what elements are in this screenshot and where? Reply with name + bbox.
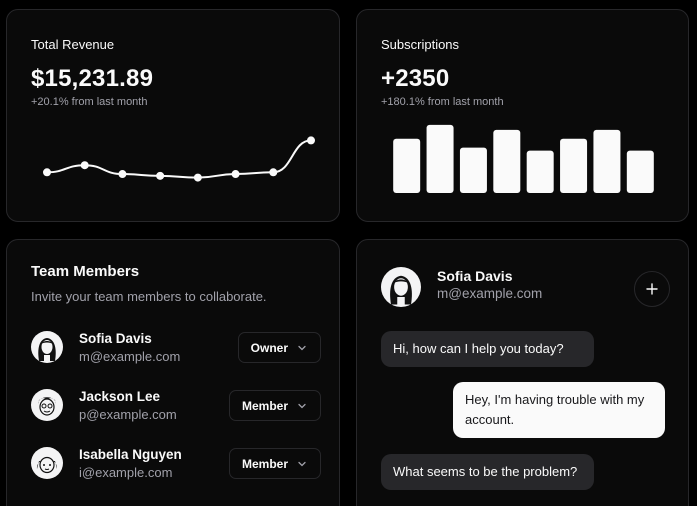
total-revenue-card: Total Revenue $15,231.89 +20.1% from las…: [6, 9, 340, 222]
revenue-point-4: [156, 171, 165, 180]
subscriptions-bar-5: [526, 150, 554, 193]
member-email: i@example.com: [79, 465, 173, 480]
team-member-row: Isabella Nguyen i@example.com Member: [31, 447, 321, 481]
team-title: Team Members: [31, 263, 140, 280]
revenue-point-3: [118, 170, 127, 179]
revenue-point-5: [193, 173, 202, 182]
subscriptions-bar-1: [393, 138, 421, 193]
avatar: [381, 267, 421, 307]
chat-contact-email: m@example.com: [437, 286, 543, 301]
avatar: [31, 447, 63, 479]
avatar: [31, 331, 63, 363]
member-name: Sofia Davis: [79, 331, 152, 346]
subscriptions-bar-3: [459, 147, 487, 193]
role-label: Member: [241, 456, 288, 471]
member-email: m@example.com: [79, 349, 181, 364]
role-label: Member: [241, 398, 288, 413]
subscriptions-bar-6: [560, 138, 588, 193]
subscriptions-bar-7: [593, 129, 621, 193]
revenue-point-8: [307, 136, 315, 145]
revenue-point-7: [269, 168, 278, 177]
member-name: Jackson Lee: [79, 389, 161, 404]
revenue-line-chart: [43, 136, 315, 182]
subscriptions-bar-8: [626, 150, 654, 193]
team-member-row: Jackson Lee p@example.com Member: [31, 389, 321, 423]
role-select-button[interactable]: Member: [228, 448, 321, 479]
revenue-point-1: [43, 168, 51, 177]
chat-header: Sofia Davis m@example.com: [381, 266, 670, 308]
chat-message-incoming: What seems to be the problem?: [381, 454, 594, 490]
member-email: p@example.com: [79, 407, 177, 422]
revenue-point-6: [231, 170, 240, 179]
chevron-down-icon: [298, 461, 306, 466]
chevron-down-icon: [298, 345, 306, 350]
subscriptions-bar-4: [493, 129, 521, 193]
chat-contact-name: Sofia Davis: [437, 268, 513, 284]
chat-message-outgoing: Hey, I'm having trouble with my account.: [453, 382, 665, 438]
role-label: Owner: [250, 340, 288, 355]
add-button[interactable]: [634, 271, 670, 307]
subscriptions-bar-2: [426, 124, 454, 193]
plus-icon: [646, 283, 658, 295]
chat-message-incoming: Hi, how can I help you today?: [381, 331, 594, 367]
subscriptions-card: Subscriptions +2350 +180.1% from last mo…: [356, 9, 689, 222]
chevron-down-icon: [298, 403, 306, 408]
subscriptions-bar-chart: [393, 124, 654, 193]
team-description: Invite your team members to collaborate.: [31, 289, 267, 304]
role-select-button[interactable]: Member: [228, 390, 321, 421]
member-name: Isabella Nguyen: [79, 447, 182, 462]
role-select-button[interactable]: Owner: [237, 332, 321, 363]
avatar: [31, 389, 63, 421]
team-member-row: Sofia Davis m@example.com Owner: [31, 331, 321, 365]
team-members-card: Team Members Invite your team members to…: [6, 239, 340, 506]
chat-card: Sofia Davis m@example.com Hi, how can I …: [356, 239, 689, 506]
revenue-point-2: [80, 161, 89, 170]
